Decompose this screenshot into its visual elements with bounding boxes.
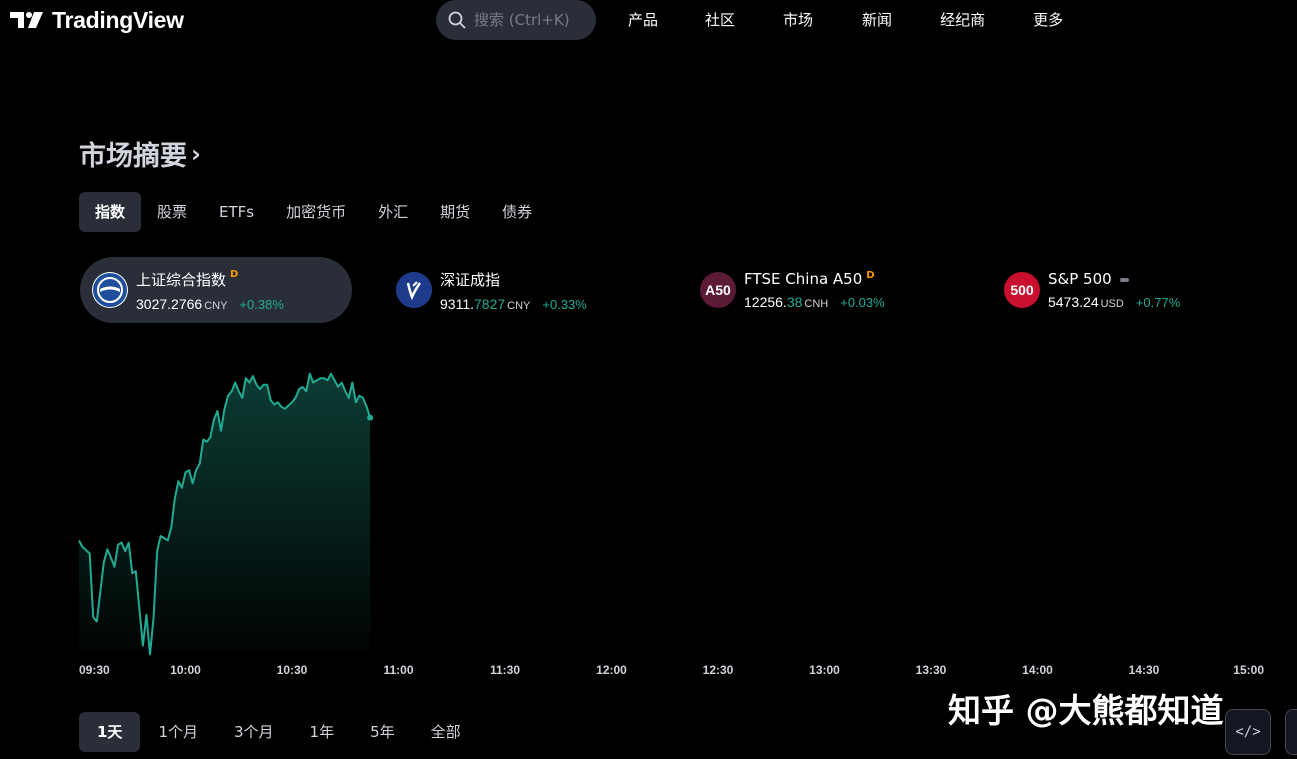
x-tick-label: 12:00 (596, 663, 627, 677)
page-title-text: 市场摘要 (79, 141, 187, 172)
tradingview-logo-icon (10, 12, 43, 28)
x-tick-label: 11:30 (490, 663, 520, 677)
nav-item-markets[interactable]: 市场 (783, 9, 813, 30)
page-title[interactable]: 市场摘要 › (79, 134, 201, 173)
watermark: 知乎 @大熊都知道 (948, 691, 1224, 730)
a50-icon: A50 (700, 272, 736, 308)
tradingview-logo[interactable]: TradingView (10, 6, 184, 34)
tab-etfs[interactable]: ETFs (203, 192, 270, 232)
embed-code-button[interactable]: </> (1225, 709, 1271, 755)
card-change: +0.33% (542, 296, 587, 312)
x-tick-label: 14:30 (1129, 663, 1160, 677)
card-name: S&P 500 (1048, 270, 1112, 288)
main-nav: 产品 社区 市场 新闻 经纪商 更多 (628, 9, 1063, 30)
x-tick-label: 10:30 (277, 663, 308, 677)
card-currency: CNY (507, 299, 531, 312)
card-currency: CNY (204, 299, 228, 312)
intraday-chart[interactable]: 09:30 10:00 10:30 11:00 11:30 12:00 12:30 13:00… (0, 340, 1297, 685)
tab-stocks[interactable]: 股票 (141, 192, 203, 232)
nav-item-brokers[interactable]: 经纪商 (940, 9, 985, 30)
range-3m[interactable]: 3个月 (216, 712, 292, 752)
range-all[interactable]: 全部 (413, 712, 479, 752)
x-tick-label: 12:30 (703, 663, 734, 677)
index-card-szse[interactable]: 深证成指 9311. 7827 CNY +0.33% (384, 257, 656, 323)
range-tabs: 1天 1个月 3个月 1年 5年 全部 (79, 712, 479, 752)
card-name: FTSE China A50 (744, 270, 863, 288)
last-price-dot (367, 414, 374, 421)
card-price: 9311. (440, 295, 474, 312)
index-card-sse[interactable]: 上证综合指数 D 3027.2766 CNY +0.38% (80, 257, 352, 323)
sse-logo-icon (92, 272, 128, 308)
card-name: 深证成指 (440, 270, 501, 289)
nav-item-news[interactable]: 新闻 (862, 9, 892, 30)
tab-bonds[interactable]: 债券 (486, 192, 548, 232)
x-tick-label: 10:00 (170, 663, 201, 677)
card-price: 3027.2766 (136, 295, 203, 312)
x-tick-label: 13:30 (916, 663, 947, 677)
sp500-icon: 500 (1004, 272, 1040, 308)
x-tick-label: 09:30 (79, 663, 110, 677)
card-currency: CNH (804, 298, 829, 310)
series-area-fill (79, 373, 371, 655)
delayed-badge: D (866, 270, 875, 281)
index-cards: 上证综合指数 D 3027.2766 CNY +0.38% 深证成指 9311.… (80, 257, 1280, 323)
card-price: 12256. (744, 294, 787, 310)
market-closed-icon (1119, 278, 1129, 282)
nav-item-community[interactable]: 社区 (705, 9, 735, 30)
x-tick-label: 11:00 (383, 663, 413, 677)
search-input[interactable] (474, 11, 584, 29)
card-change: +0.03% (840, 295, 885, 310)
tab-crypto[interactable]: 加密货币 (270, 192, 362, 232)
card-name: 上证综合指数 (136, 270, 227, 289)
x-tick-label: 13:00 (809, 663, 840, 677)
x-tick-label: 15:00 (1233, 663, 1264, 677)
card-price: 5473.24 (1048, 294, 1099, 310)
search-icon (448, 11, 466, 29)
range-1d[interactable]: 1天 (79, 712, 141, 752)
chevron-right-icon: › (191, 139, 201, 168)
side-panel-button[interactable] (1285, 709, 1297, 755)
tab-indices[interactable]: 指数 (79, 192, 142, 232)
card-currency: USD (1100, 298, 1124, 310)
tab-forex[interactable]: 外汇 (362, 192, 424, 232)
card-price-tail: 38 (786, 294, 803, 310)
index-card-sp500[interactable]: 500 S&P 500 5473.24 USD +0.77% (992, 257, 1264, 323)
range-1y[interactable]: 1年 (292, 712, 353, 752)
nav-item-products[interactable]: 产品 (628, 9, 658, 30)
market-tabs: 指数 股票 ETFs 加密货币 外汇 期货 债券 (79, 192, 548, 232)
range-1m[interactable]: 1个月 (140, 712, 216, 752)
card-change: +0.38% (239, 296, 284, 312)
x-tick-label: 14:00 (1022, 663, 1053, 677)
range-5y[interactable]: 5年 (352, 712, 413, 752)
szse-logo-icon (396, 272, 432, 308)
index-card-a50[interactable]: A50 FTSE China A50 D 12256. 38 CNH +0.03% (688, 257, 960, 323)
nav-item-more[interactable]: 更多 (1033, 9, 1063, 30)
tab-futures[interactable]: 期货 (424, 192, 486, 232)
logo-text: TradingView (52, 6, 184, 33)
search-box[interactable] (436, 0, 596, 40)
delayed-badge: D (230, 268, 239, 280)
card-price-tail: 7827 (474, 295, 506, 312)
card-change: +0.77% (1135, 295, 1181, 310)
